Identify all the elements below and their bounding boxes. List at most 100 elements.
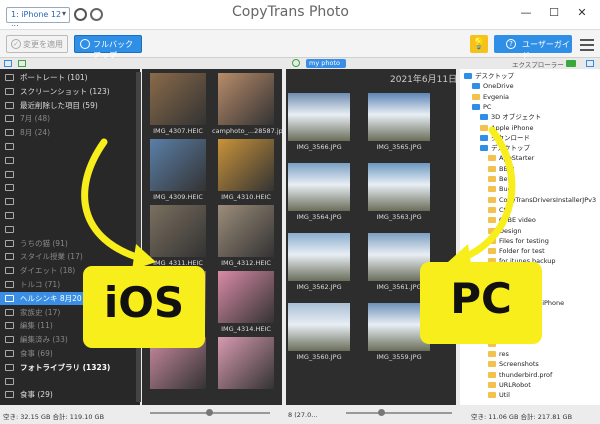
explorer-folder-item[interactable]: デスクトップ [480,143,530,153]
album-icon [5,184,14,192]
explorer-folder-item[interactable]: CSS [488,205,512,215]
explorer-folder-item[interactable]: URLRobot [488,380,531,390]
pc-zoom-knob[interactable] [378,409,385,416]
folder-icon [488,361,496,368]
pc-photo-filename: IMG_3564.JPG [296,213,342,221]
lightbulb-icon[interactable]: 💡 [470,35,488,53]
close-button[interactable]: ✕ [572,4,592,22]
pc-photo-thumbnail[interactable] [368,163,430,211]
album-item[interactable]: 最近削除した項目 (59) [0,99,140,112]
pc-photo-thumbnail[interactable] [288,163,350,211]
album-item-label: 編集 (11) [20,321,53,331]
add-album-icon[interactable] [18,60,26,67]
explorer-folder-item[interactable]: Apple iPhone [480,123,534,133]
explorer-folder-item[interactable]: CopyTransDriversInstallerJPv3 [488,195,596,205]
folder-icon [488,206,496,213]
hamburger-menu-icon[interactable] [580,36,594,52]
pc-photo-thumbnail[interactable] [368,93,430,141]
add-folder-icon[interactable] [292,59,300,67]
album-icon [5,156,14,164]
pc-folder-tab[interactable]: my photo (8) [306,59,346,76]
album-icon [5,87,14,95]
pc-photo-thumbnail[interactable] [288,233,350,281]
explorer-folder-label: Bugs [499,185,516,194]
explorer-folder-item[interactable]: Beta [488,174,514,184]
album-item[interactable]: スタイル授業 (17) [0,250,140,263]
ios-photo-thumbnail[interactable] [218,205,274,257]
album-item[interactable]: 7月 (48) [0,112,140,125]
explorer-folder-label: URLRobot [499,381,531,389]
ios-photo-thumbnail[interactable] [150,205,206,257]
explorer-folder-item[interactable]: 3D オブジェクト [480,112,541,122]
explorer-folder-item[interactable]: ダウンロード [480,133,530,143]
album-item[interactable]: 食事 (29) [0,388,140,401]
backup-icon [80,39,90,49]
explorer-folder-item[interactable]: PC [472,102,491,112]
refresh-icon[interactable] [90,8,103,21]
album-icon [5,170,14,178]
album-item[interactable]: フォトライブラリ (1323) [0,361,140,374]
folder-icon [472,103,480,110]
ios-photo-thumbnail[interactable] [218,73,274,125]
new-folder-icon[interactable] [566,60,576,67]
album-icon [5,336,14,344]
explorer-folder-label: AppStarter [499,154,535,163]
device-select[interactable]: 1: iPhone 12 ... ▾ [6,7,70,28]
explorer-folder-item[interactable]: res [488,349,509,359]
album-item[interactable] [0,195,140,208]
explorer-folder-item[interactable]: Bugs [488,184,515,194]
folder-icon [480,114,488,121]
explorer-folder-item[interactable]: AppStarter [488,153,534,163]
album-item[interactable]: うちの猫 (91) [0,237,140,250]
album-item[interactable] [0,375,140,388]
album-icon [5,281,14,288]
album-list-scrollbar[interactable] [136,72,141,402]
album-item[interactable]: スクリーンショット (123) [0,85,140,98]
explorer-folder-item[interactable]: Folder for test [488,246,545,256]
user-guide-button[interactable]: ? ユーザーガイド [494,35,572,60]
explorer-folder-item[interactable]: Util [488,390,510,400]
explorer-folder-item[interactable]: Evgenia [472,92,509,102]
folder-icon [488,186,496,193]
ios-zoom-knob[interactable] [206,409,213,416]
pc-photo-thumbnail[interactable] [288,303,350,351]
explorer-folder-item[interactable]: OneDrive [472,81,514,91]
ios-photo-thumbnail[interactable] [150,139,206,191]
album-item[interactable] [0,168,140,181]
ios-photo-thumbnail[interactable] [218,139,274,191]
album-item-label: 7月 (48) [20,114,51,124]
explorer-folder-item[interactable]: CTBE video [488,215,536,225]
explorer-folder-item[interactable]: BB-8 [488,164,514,174]
album-item[interactable]: 食事 (69) [0,347,140,360]
folder-icon [488,392,496,399]
explorer-folder-item[interactable]: デスクトップ [464,71,514,81]
explorer-folder-item[interactable]: thunderbird.prof [488,370,552,380]
explorer-folder-item[interactable]: Design [488,226,521,236]
maximize-button[interactable]: ☐ [544,4,564,22]
explorer-folder-label: Beta [499,175,514,183]
eject-icon[interactable] [74,8,87,21]
collapse-right-icon[interactable] [586,60,594,67]
explorer-folder-item[interactable]: Files for testing [488,236,549,246]
pc-photo-thumbnail[interactable] [288,93,350,141]
apply-changes-button[interactable]: ✓ 変更を適用 [6,35,68,53]
minimize-button[interactable]: — [516,4,536,22]
ios-photo-thumbnail[interactable] [218,271,274,323]
explorer-folder-label: OneDrive [483,82,514,91]
explorer-folder-item[interactable]: Screenshots [488,359,539,369]
album-item[interactable]: 8月 (24) [0,126,140,139]
folder-icon [488,351,496,358]
album-item[interactable]: ポートレート (101) [0,71,140,84]
album-item[interactable] [0,209,140,222]
album-item[interactable] [0,223,140,236]
pc-zoom-slider[interactable] [346,412,452,414]
ios-photo-thumbnail[interactable] [150,73,206,125]
full-backup-button[interactable]: フルバックアップ [74,35,142,60]
album-item[interactable] [0,181,140,194]
device-select-label: 1: iPhone 12 ... [11,10,62,28]
ios-photo-thumbnail[interactable] [218,337,274,389]
album-item-label: 食事 (69) [20,349,53,358]
collapse-icon[interactable] [4,60,12,67]
album-item[interactable] [0,154,140,167]
album-item[interactable] [0,140,140,153]
